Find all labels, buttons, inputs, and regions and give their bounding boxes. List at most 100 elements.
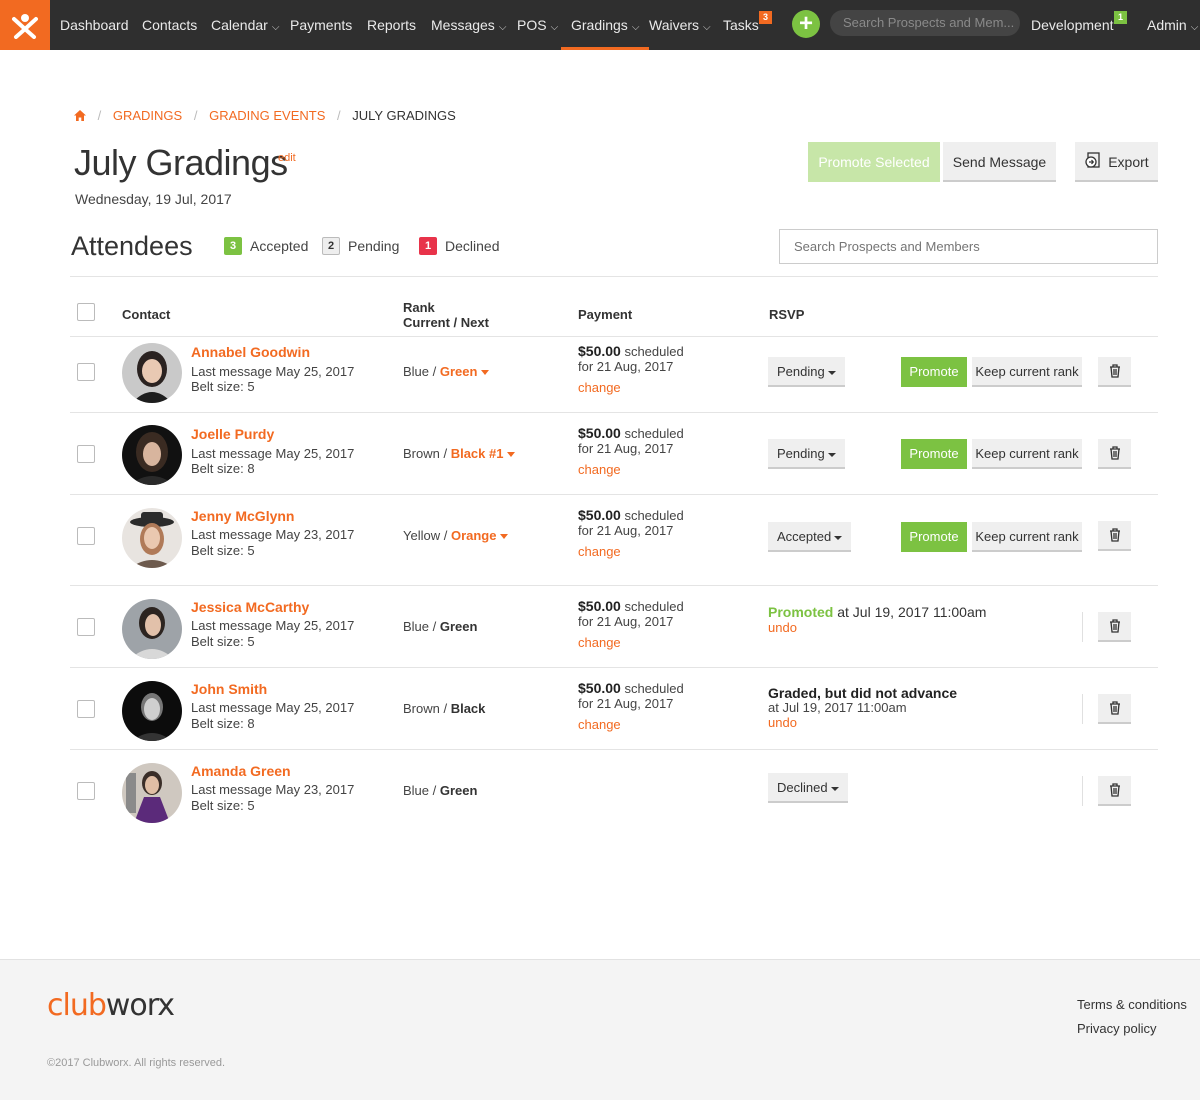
- clubworx-logo-icon[interactable]: [0, 0, 50, 50]
- rsvp-dropdown[interactable]: Accepted: [768, 522, 852, 552]
- contact-name-link[interactable]: Jessica McCarthy: [191, 599, 309, 615]
- select-all-checkbox[interactable]: [77, 303, 95, 321]
- export-button[interactable]: Export: [1075, 142, 1158, 182]
- undo-link[interactable]: undo: [768, 715, 797, 730]
- rank-selector[interactable]: Blue / Green: [403, 364, 490, 379]
- last-message: Last message May 23, 2017: [191, 782, 355, 797]
- avatar[interactable]: [122, 599, 182, 659]
- development-count-badge: 1: [1114, 11, 1127, 24]
- export-icon: [1084, 152, 1108, 170]
- rsvp-dropdown[interactable]: Declined: [768, 773, 848, 803]
- keep-current-rank-button[interactable]: Keep current rank: [972, 357, 1082, 387]
- accepted-label: Accepted: [250, 238, 309, 254]
- contact-name-link[interactable]: Joelle Purdy: [191, 426, 274, 442]
- change-payment-link[interactable]: change: [578, 717, 621, 732]
- table-row: Jenny McGlynn Last message May 23, 2017 …: [70, 501, 1158, 577]
- avatar[interactable]: [122, 425, 182, 485]
- promote-selected-button[interactable]: Promote Selected: [808, 142, 940, 182]
- avatar[interactable]: [122, 681, 182, 741]
- nav-reports[interactable]: Reports: [367, 0, 416, 50]
- change-payment-link[interactable]: change: [578, 380, 621, 395]
- privacy-link[interactable]: Privacy policy: [1077, 1021, 1156, 1036]
- declined-count[interactable]: 1 Declined: [419, 237, 499, 255]
- caret-down-icon: [830, 786, 839, 791]
- nav-dashboard[interactable]: Dashboard: [60, 0, 129, 50]
- promote-button[interactable]: Promote: [901, 439, 967, 469]
- divider: [70, 276, 1158, 277]
- row-checkbox[interactable]: [77, 527, 95, 545]
- change-payment-link[interactable]: change: [578, 462, 621, 477]
- keep-current-rank-button[interactable]: Keep current rank: [972, 522, 1082, 552]
- payment-info: $50.00 scheduled for 21 Aug, 2017: [578, 507, 684, 539]
- rsvp-dropdown[interactable]: Pending: [768, 357, 845, 387]
- breadcrumb-grading-events[interactable]: GRADING EVENTS: [209, 108, 325, 123]
- contact-name-link[interactable]: Jenny McGlynn: [191, 508, 294, 524]
- add-button[interactable]: +: [792, 10, 820, 38]
- last-message: Last message May 25, 2017: [191, 700, 355, 715]
- pending-count[interactable]: 2 Pending: [322, 237, 399, 255]
- event-date: Wednesday, 19 Jul, 2017: [75, 191, 232, 207]
- contact-name-link[interactable]: John Smith: [191, 681, 267, 697]
- avatar[interactable]: [122, 343, 182, 403]
- attendees-heading: Attendees: [71, 231, 193, 261]
- belt-size: Belt size: 5: [191, 543, 255, 558]
- change-payment-link[interactable]: change: [578, 544, 621, 559]
- clubworx-wordmark[interactable]: clubworx: [47, 988, 175, 1023]
- rsvp-dropdown[interactable]: Pending: [768, 439, 845, 469]
- nav-contacts[interactable]: Contacts: [142, 0, 197, 50]
- attendee-search-input[interactable]: [779, 229, 1158, 264]
- keep-current-rank-button[interactable]: Keep current rank: [972, 439, 1082, 469]
- declined-count-badge: 1: [419, 237, 437, 255]
- send-message-button[interactable]: Send Message: [943, 142, 1056, 182]
- contact-name-link[interactable]: Amanda Green: [191, 763, 291, 779]
- chevron-down-icon: ⌵: [1190, 22, 1199, 33]
- nav-admin[interactable]: Admin ⌵: [1147, 0, 1198, 50]
- accepted-count[interactable]: 3 Accepted: [224, 237, 308, 255]
- avatar[interactable]: [122, 763, 182, 823]
- pending-label: Pending: [348, 238, 400, 254]
- row-checkbox[interactable]: [77, 782, 95, 800]
- rank-selector[interactable]: Yellow / Orange: [403, 528, 509, 543]
- change-payment-link[interactable]: change: [578, 635, 621, 650]
- nav-payments[interactable]: Payments: [290, 0, 352, 50]
- home-icon[interactable]: [74, 108, 90, 123]
- top-navbar: Dashboard Contacts Calendar ⌵ Payments Re…: [0, 0, 1200, 50]
- delete-button[interactable]: [1098, 776, 1131, 806]
- rank-selector[interactable]: Brown / Black #1: [403, 446, 516, 461]
- delete-button[interactable]: [1098, 439, 1131, 469]
- caret-down-icon: [500, 534, 509, 540]
- nav-development[interactable]: Development: [1031, 0, 1114, 50]
- global-search-input[interactable]: Search Prospects and Mem...: [830, 10, 1020, 36]
- avatar[interactable]: [122, 508, 182, 568]
- copyright-text: ©2017 Clubworx. All rights reserved.: [47, 1057, 226, 1069]
- payment-info: $50.00 scheduled for 21 Aug, 2017: [578, 598, 684, 630]
- caret-down-icon: [481, 370, 490, 376]
- row-checkbox[interactable]: [77, 700, 95, 718]
- header-contact: Contact: [122, 307, 171, 322]
- breadcrumb-gradings[interactable]: GRADINGS: [113, 108, 182, 123]
- belt-size: Belt size: 5: [191, 379, 255, 394]
- nav-pos[interactable]: POS ⌵: [517, 0, 558, 50]
- nav-calendar[interactable]: Calendar ⌵: [211, 0, 279, 50]
- contact-name-link[interactable]: Annabel Goodwin: [191, 344, 310, 360]
- delete-button[interactable]: [1098, 612, 1131, 642]
- row-checkbox[interactable]: [77, 445, 95, 463]
- delete-button[interactable]: [1098, 521, 1131, 551]
- last-message: Last message May 23, 2017: [191, 527, 355, 542]
- promote-button[interactable]: Promote: [901, 522, 967, 552]
- edit-title-link[interactable]: edit: [278, 152, 296, 164]
- nav-waivers[interactable]: Waivers ⌵: [649, 0, 711, 50]
- nav-gradings[interactable]: Gradings ⌵: [560, 0, 650, 50]
- delete-button[interactable]: [1098, 357, 1131, 387]
- promote-button[interactable]: Promote: [901, 357, 967, 387]
- caret-down-icon: [834, 535, 843, 540]
- row-checkbox[interactable]: [77, 618, 95, 636]
- row-checkbox[interactable]: [77, 363, 95, 381]
- payment-info: $50.00 scheduled for 21 Aug, 2017: [578, 425, 684, 457]
- undo-link[interactable]: undo: [768, 620, 797, 635]
- breadcrumb-current: JULY GRADINGS: [352, 108, 456, 123]
- nav-tasks[interactable]: Tasks: [723, 0, 759, 50]
- terms-link[interactable]: Terms & conditions: [1077, 997, 1187, 1012]
- nav-messages[interactable]: Messages ⌵: [431, 0, 506, 50]
- delete-button[interactable]: [1098, 694, 1131, 724]
